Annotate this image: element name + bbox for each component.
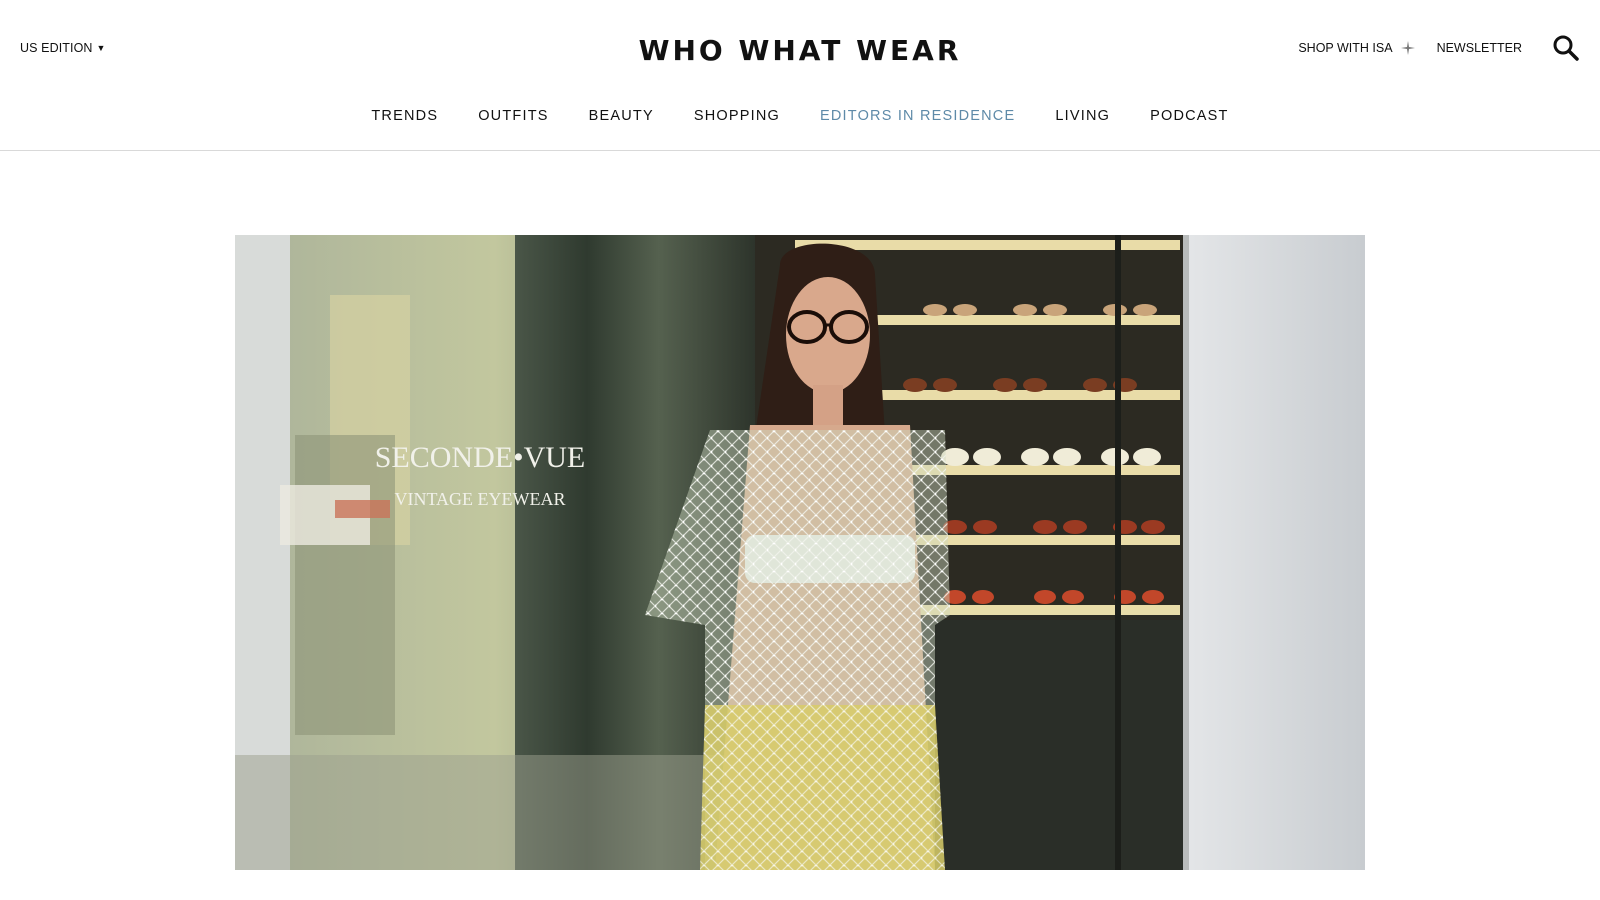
nav-item-beauty[interactable]: BEAUTY xyxy=(589,108,654,124)
nav-item-shopping[interactable]: SHOPPING xyxy=(694,108,780,124)
sparkle-icon xyxy=(1400,41,1415,55)
shop-sign-line1: SECONDE•VUE xyxy=(375,441,586,474)
nav-item-podcast[interactable]: PODCAST xyxy=(1150,108,1229,124)
nav-item-editors-in-residence[interactable]: EDITORS IN RESIDENCE xyxy=(820,108,1015,124)
site-header: US EDITION ▼ WHO WHAT WEAR SHOP WITH ISA… xyxy=(0,0,1600,151)
shop-sign-line2: VINTAGE EYEWEAR xyxy=(394,489,565,509)
nav-item-trends[interactable]: TRENDS xyxy=(371,108,438,124)
nav-item-living[interactable]: LIVING xyxy=(1055,108,1110,124)
shop-with-isa-label: SHOP WITH ISA xyxy=(1298,41,1393,55)
newsletter-link[interactable]: NEWSLETTER xyxy=(1437,41,1522,55)
hero-photo: SECONDE•VUE VINTAGE EYEWEAR xyxy=(235,235,1365,870)
shop-with-isa-link[interactable]: SHOP WITH ISA xyxy=(1298,41,1415,55)
utility-links: SHOP WITH ISA NEWSLETTER xyxy=(1298,34,1580,62)
hero-image[interactable]: SECONDE•VUE VINTAGE EYEWEAR xyxy=(235,235,1365,870)
main-nav: TRENDS OUTFITS BEAUTY SHOPPING EDITORS I… xyxy=(0,108,1600,124)
nav-item-outfits[interactable]: OUTFITS xyxy=(478,108,548,124)
search-icon[interactable] xyxy=(1552,34,1580,62)
